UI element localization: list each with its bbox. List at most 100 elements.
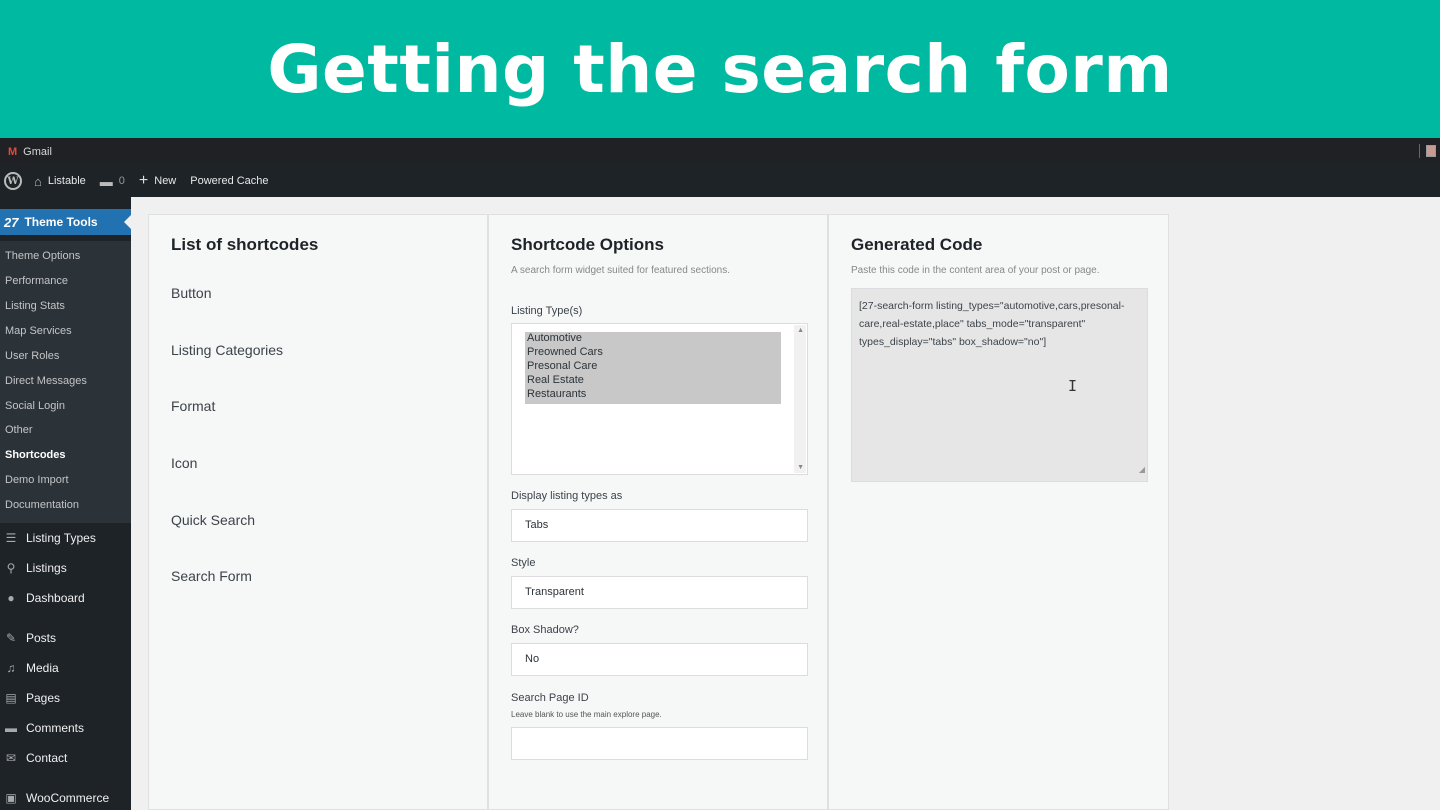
browser-bookmarks-bar: M Gmail	[0, 138, 1440, 165]
generated-code-text: [27-search-form listing_types="automotiv…	[859, 300, 1125, 348]
theme-tools-submenu: Theme Options Performance Listing Stats …	[0, 241, 131, 523]
submenu-map-services[interactable]: Map Services	[5, 325, 72, 337]
bookmark-gmail[interactable]: Gmail	[23, 146, 52, 158]
comments-count: 0	[118, 175, 125, 187]
panel-title: Shortcode Options	[511, 235, 664, 254]
panel-description: Paste this code in the content area of y…	[851, 265, 1100, 276]
box-shadow-label: Box Shadow?	[511, 624, 579, 636]
sidebar-item-listing-types[interactable]: ☰ Listing Types	[4, 531, 96, 545]
listing-types-multiselect[interactable]: Automotive Preowned Cars Presonal Care R…	[511, 323, 808, 475]
admin-bar-cache[interactable]: Powered Cache	[190, 175, 268, 187]
sidebar-item-label: Contact	[26, 751, 68, 765]
sidebar-item-media[interactable]: ♫ Media	[4, 661, 59, 675]
shortcode-item-icon[interactable]: Icon	[171, 455, 197, 471]
box-shadow-select[interactable]: No	[511, 643, 808, 676]
comment-icon: ▬	[5, 721, 17, 735]
submenu-other[interactable]: Other	[5, 424, 33, 436]
listing-type-option[interactable]: Presonal Care	[527, 360, 597, 372]
display-types-label: Display listing types as	[511, 490, 623, 502]
submenu-theme-options[interactable]: Theme Options	[5, 250, 80, 262]
shortcode-options-panel: Shortcode Options A search form widget s…	[488, 214, 828, 810]
generated-code-panel: Generated Code Paste this code in the co…	[828, 214, 1169, 810]
style-label: Style	[511, 557, 536, 569]
sidebar-item-pages[interactable]: ▤ Pages	[4, 691, 60, 705]
search-page-id-label: Search Page ID	[511, 692, 589, 704]
shortcode-item-quick-search[interactable]: Quick Search	[171, 512, 255, 528]
plus-icon: +	[138, 172, 149, 189]
submenu-documentation[interactable]: Documentation	[5, 499, 79, 511]
gmail-icon: M	[8, 145, 18, 158]
shortcode-item-listing-categories[interactable]: Listing Categories	[171, 342, 283, 358]
sidebar-item-dashboard[interactable]: ● Dashboard	[4, 591, 85, 605]
wp-admin-bar: W ⌂ Listable ▬ 0 + New Powered Cache	[0, 165, 1440, 197]
banner-title: Getting the search form	[267, 30, 1173, 108]
sidebar-item-woocommerce[interactable]: ▣ WooCommerce	[4, 791, 109, 805]
admin-bar-comments[interactable]: ▬ 0	[100, 174, 125, 189]
media-icon: ♫	[6, 661, 16, 675]
sidebar-item-label: Comments	[26, 721, 85, 735]
pushpin-icon: ✎	[5, 631, 17, 645]
cache-label: Powered Cache	[190, 175, 269, 187]
comment-icon: ▬	[99, 173, 113, 189]
submenu-user-roles[interactable]: User Roles	[5, 350, 59, 362]
panel-title: List of shortcodes	[171, 235, 319, 254]
shortcode-item-search-form[interactable]: Search Form	[171, 568, 252, 584]
sidebar-item-listings[interactable]: ⚲ Listings	[4, 561, 67, 575]
sidebar-item-label: WooCommerce	[26, 791, 110, 805]
mail-icon: ✉	[5, 751, 17, 765]
generated-code-textarea[interactable]: [27-search-form listing_types="automotiv…	[851, 288, 1148, 482]
list-icon: ☰	[5, 531, 17, 545]
text-cursor-icon: I	[1068, 377, 1078, 395]
admin-bar-new[interactable]: + New	[139, 172, 176, 190]
scroll-up-icon[interactable]: ▲	[797, 327, 804, 334]
shortcode-item-format[interactable]: Format	[171, 398, 215, 414]
submenu-performance[interactable]: Performance	[5, 275, 68, 287]
search-page-id-hint: Leave blank to use the main explore page…	[511, 710, 662, 719]
theme-tools-icon: 27	[4, 214, 19, 230]
submenu-social-login[interactable]: Social Login	[5, 400, 65, 412]
sidebar-item-label: Dashboard	[26, 591, 85, 605]
panel-title: Generated Code	[851, 235, 983, 254]
palette-icon: ●	[7, 591, 15, 605]
bar-divider	[1419, 144, 1420, 158]
sidebar-item-label: Media	[26, 661, 59, 675]
display-types-select[interactable]: Tabs	[511, 509, 808, 542]
scroll-down-icon[interactable]: ▼	[797, 464, 804, 471]
admin-bar-site[interactable]: ⌂ Listable	[34, 174, 86, 189]
listing-type-option[interactable]: Preowned Cars	[527, 346, 603, 358]
title-banner: Getting the search form	[0, 0, 1440, 138]
shortcode-item-button[interactable]: Button	[171, 285, 211, 301]
pages-icon: ▤	[5, 691, 17, 705]
active-menu-arrow	[124, 215, 131, 229]
listing-type-option[interactable]: Real Estate	[527, 374, 584, 386]
submenu-shortcodes[interactable]: Shortcodes	[5, 449, 66, 461]
pin-icon: ⚲	[6, 561, 16, 575]
listbox-scrollbar[interactable]	[794, 325, 806, 473]
listing-type-option[interactable]: Restaurants	[527, 388, 586, 400]
sidebar-item-theme-tools[interactable]: 27 Theme Tools	[0, 209, 131, 235]
wordpress-logo-icon[interactable]: W	[4, 172, 22, 190]
theme-tools-label: Theme Tools	[24, 215, 98, 229]
submenu-listing-stats[interactable]: Listing Stats	[5, 300, 65, 312]
woo-icon: ▣	[5, 791, 17, 805]
home-icon: ⌂	[34, 173, 42, 189]
listing-types-label: Listing Type(s)	[511, 305, 583, 317]
sidebar-item-label: Posts	[26, 631, 57, 645]
listing-type-option[interactable]: Automotive	[527, 332, 582, 344]
panel-description: A search form widget suited for featured…	[511, 265, 730, 276]
search-page-id-input[interactable]	[511, 727, 808, 760]
shortcodes-list-panel: List of shortcodes Button Listing Catego…	[148, 214, 488, 810]
extension-icon[interactable]	[1426, 145, 1436, 157]
new-label: New	[154, 175, 177, 187]
submenu-demo-import[interactable]: Demo Import	[5, 474, 69, 486]
sidebar-item-label: Listing Types	[26, 531, 96, 545]
admin-sidebar: 27 Theme Tools Theme Options Performance…	[0, 197, 131, 810]
site-name: Listable	[47, 175, 86, 187]
sidebar-item-label: Pages	[26, 691, 61, 705]
sidebar-item-contact[interactable]: ✉ Contact	[4, 751, 67, 765]
sidebar-item-comments[interactable]: ▬ Comments	[4, 721, 84, 735]
sidebar-item-posts[interactable]: ✎ Posts	[4, 631, 56, 645]
resize-grip-icon[interactable]: ◢	[1139, 461, 1145, 479]
submenu-direct-messages[interactable]: Direct Messages	[5, 375, 87, 387]
style-select[interactable]: Transparent	[511, 576, 808, 609]
